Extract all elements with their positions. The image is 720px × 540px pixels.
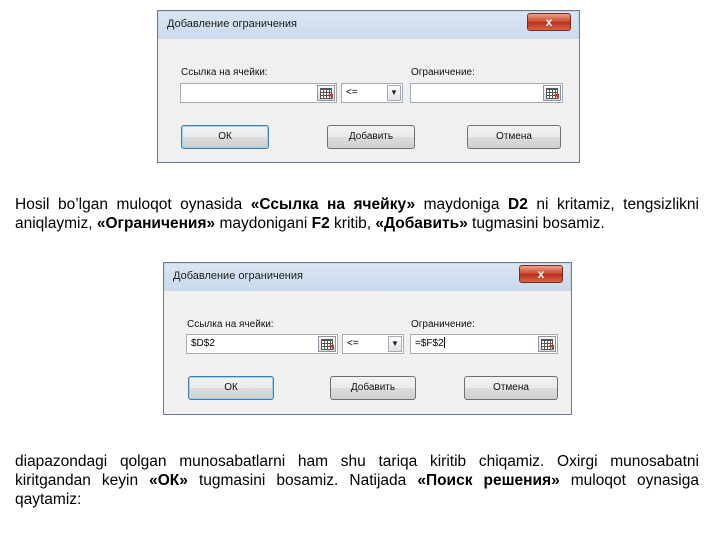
close-button[interactable]: x — [519, 265, 563, 283]
add-constraint-dialog-empty: Добавление ограничения x Ссылка на ячейк… — [157, 10, 580, 163]
cell-ref-label: Ссылка на ячейки: — [181, 67, 268, 78]
constraint-label: Ограничение: — [411, 319, 475, 330]
dialog-titlebar: Добавление ограничения x — [158, 11, 579, 39]
chevron-down-icon[interactable]: ▼ — [387, 85, 401, 101]
dialog-body: Ссылка на ячейки: <= ▼ Ограничение: ОК Д… — [158, 39, 579, 162]
close-icon: x — [537, 267, 545, 281]
add-button[interactable]: Добавить — [330, 376, 416, 400]
dialog-title: Добавление ограничения — [167, 18, 297, 30]
range-select-icon[interactable] — [318, 336, 336, 352]
cell-ref-input[interactable] — [180, 83, 337, 103]
add-constraint-dialog-filled: Добавление ограничения x Ссылка на ячейк… — [163, 262, 572, 415]
instruction-paragraph-1: Hosil bo’lgan muloqot oynasida «Ссылка н… — [15, 196, 699, 232]
range-select-icon[interactable] — [543, 85, 561, 101]
range-select-icon[interactable] — [538, 336, 556, 352]
constraint-value: =$F$2 — [415, 338, 444, 349]
close-button[interactable]: x — [527, 13, 571, 31]
dialog-title: Добавление ограничения — [173, 270, 303, 282]
operator-select[interactable]: <= ▼ — [342, 334, 404, 354]
ok-button[interactable]: ОК — [181, 125, 269, 149]
cell-ref-label: Ссылка на ячейки: — [187, 319, 274, 330]
constraint-input[interactable] — [410, 83, 563, 103]
cell-ref-input[interactable]: $D$2 — [186, 334, 338, 354]
cancel-button[interactable]: Отмена — [464, 376, 558, 400]
chevron-down-icon[interactable]: ▼ — [388, 336, 402, 352]
dialog-body: Ссылка на ячейки: $D$2 <= ▼ Ограничение:… — [164, 291, 571, 414]
dialog-titlebar: Добавление ограничения x — [164, 263, 571, 291]
text-caret — [443, 337, 445, 348]
operator-value: <= — [347, 338, 359, 349]
constraint-label: Ограничение: — [411, 67, 475, 78]
operator-value: <= — [346, 87, 358, 98]
ok-button[interactable]: ОК — [188, 376, 274, 400]
operator-select[interactable]: <= ▼ — [341, 83, 403, 103]
add-button[interactable]: Добавить — [327, 125, 415, 149]
constraint-input[interactable]: =$F$2 — [410, 334, 558, 354]
range-select-icon[interactable] — [317, 85, 335, 101]
close-icon: x — [545, 15, 553, 29]
instruction-paragraph-2: diapazondagi qolgan munosabatlarni ham s… — [15, 453, 699, 508]
cell-ref-value: $D$2 — [191, 338, 215, 349]
cancel-button[interactable]: Отмена — [467, 125, 561, 149]
